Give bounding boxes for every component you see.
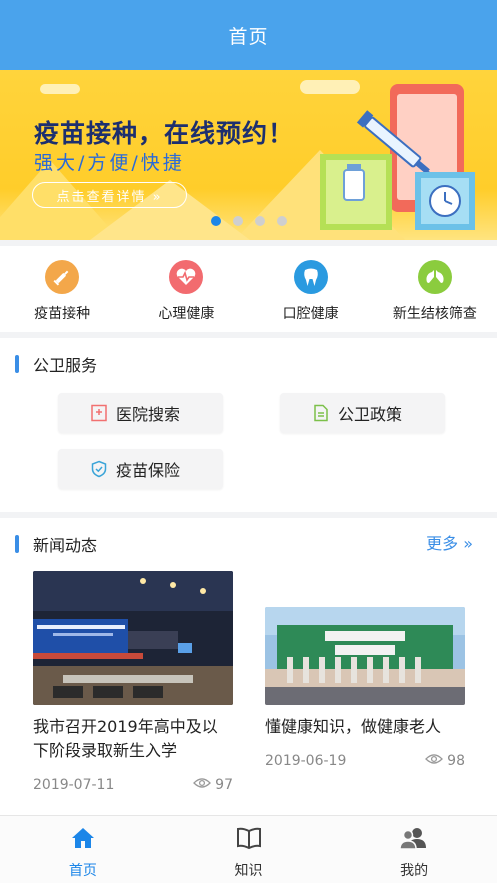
pagination-dot[interactable] [210,216,221,226]
public-health-section: 公卫服务 医院搜索 公卫政策 疫苗保险 [0,338,497,512]
service-label: 疫苗保险 [116,461,181,480]
news-meta: 2019-06-19 98 [265,753,465,769]
news-meta: 2019-07-11 97 [33,777,233,793]
pagination-dot[interactable] [276,216,287,226]
quick-link-label: 心理健康 [158,306,215,322]
bottom-tab-bar: 首页 知识 我的 [0,815,497,883]
quick-links: 疫苗接种 心理健康 口腔健康 新生结核筛查 [0,246,497,332]
promo-banner[interactable]: 疫苗接种，在线预约！ 强大/方便/快捷 点击查看详情 » [0,70,497,240]
tooth-icon [293,260,328,294]
section-title: 新闻动态 [33,536,98,555]
news-image [33,571,233,705]
hospital-icon [90,404,108,422]
view-count-value: 97 [215,777,233,793]
eye-icon [425,753,444,769]
view-count: 97 [193,777,233,793]
vaccine-insurance-button[interactable]: 疫苗保险 [58,449,223,489]
quick-link-label: 新生结核筛查 [392,306,477,322]
service-label: 医院搜索 [116,405,181,424]
users-icon [399,826,429,854]
cloud-decoration [40,84,80,94]
pagination-dot[interactable] [232,216,243,226]
section-marker [15,355,19,373]
news-title: 懂健康知识，做健康老人 [265,717,442,736]
section-title: 公卫服务 [33,356,98,375]
tab-knowledge[interactable]: 知识 [166,816,332,883]
service-label: 公卫政策 [338,405,403,424]
home-icon [70,826,96,854]
quick-link-oral-health[interactable]: 口腔健康 [249,246,373,332]
quick-link-label: 口腔健康 [282,306,339,322]
tab-home[interactable]: 首页 [0,816,166,883]
news-card[interactable]: 懂健康知识，做健康老人 2019-06-19 98 [265,607,465,769]
view-count-value: 98 [447,753,465,769]
section-marker [15,535,19,553]
banner-subtitle: 强大/方便/快捷 [34,152,185,174]
eye-icon [193,777,212,793]
document-icon [312,404,330,422]
shield-icon [90,460,108,478]
pagination-dot[interactable] [254,216,265,226]
news-date: 2019-06-19 [265,753,347,769]
news-date: 2019-07-11 [33,777,115,793]
heartbeat-icon [169,260,204,294]
quick-link-mental-health[interactable]: 心理健康 [124,246,248,332]
section-header: 新闻动态 [15,532,97,556]
news-section: 新闻动态 更多 » 我市召开2019年高中及以下阶段录取新生入学 2019-07… [0,518,497,818]
quick-link-label: 疫苗接种 [34,306,91,322]
syringe-icon [45,260,80,294]
news-image [265,607,465,705]
top-bar: 首页 [0,0,497,70]
banner-pagination [0,216,497,226]
public-policy-button[interactable]: 公卫政策 [280,393,445,433]
vaccine-illustration [320,84,475,230]
section-header: 公卫服务 [15,352,97,376]
tab-label: 知识 [234,863,263,879]
hospital-search-button[interactable]: 医院搜索 [58,393,223,433]
more-news-link[interactable]: 更多 » [426,530,473,554]
book-icon [235,826,263,854]
banner-details-button[interactable]: 点击查看详情 » [32,182,187,208]
quick-link-tb-screening[interactable]: 新生结核筛查 [373,246,497,332]
page-title: 首页 [228,25,269,48]
news-title: 我市召开2019年高中及以下阶段录取新生入学 [33,717,218,760]
tab-label: 首页 [68,863,97,879]
quick-link-vaccination[interactable]: 疫苗接种 [0,246,124,332]
news-card[interactable]: 我市召开2019年高中及以下阶段录取新生入学 2019-07-11 97 [33,571,233,793]
tab-label: 我的 [400,863,429,879]
tab-profile[interactable]: 我的 [331,816,497,883]
banner-title: 疫苗接种，在线预约！ [34,119,295,148]
lungs-icon [417,260,452,294]
view-count: 98 [425,753,465,769]
